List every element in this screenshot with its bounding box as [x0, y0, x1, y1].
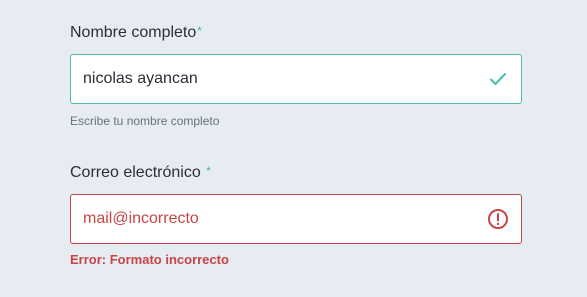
required-asterisk: *	[206, 164, 211, 178]
checkmark-icon	[487, 68, 509, 90]
email-error-message: Error: Formato incorrecto	[70, 252, 229, 267]
error-circle-icon	[487, 208, 509, 230]
email-input[interactable]: mail@incorrecto	[70, 194, 522, 244]
name-input-value: nicolas ayancan	[83, 70, 198, 87]
email-field: Correo electrónico * mail@incorrecto Err…	[70, 162, 522, 268]
name-label: Nombre completo*	[70, 22, 522, 44]
name-input[interactable]: nicolas ayancan	[70, 54, 522, 104]
name-hint: Escribe tu nombre completo	[70, 114, 220, 128]
required-asterisk: *	[197, 24, 202, 38]
email-input-value: mail@incorrecto	[83, 210, 199, 227]
name-label-text: Nombre completo	[70, 24, 197, 41]
name-field: Nombre completo* nicolas ayancan Escribe…	[70, 22, 522, 129]
email-label: Correo electrónico *	[70, 162, 522, 184]
email-label-text: Correo electrónico	[70, 164, 201, 181]
